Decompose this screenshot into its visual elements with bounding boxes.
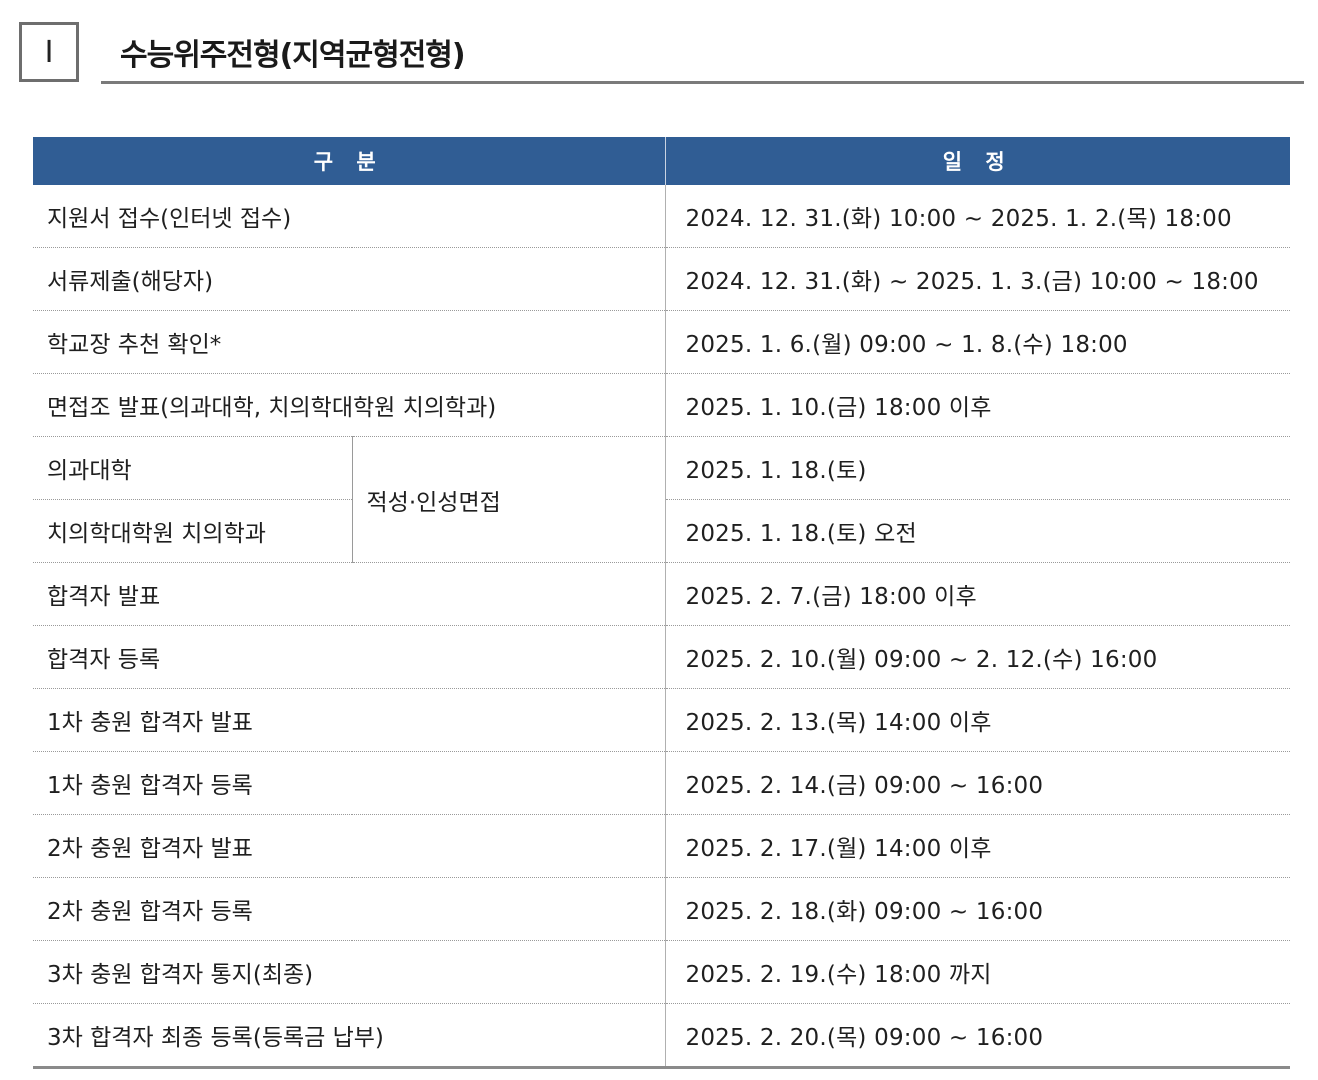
row-date: 2025. 1. 6.(월) 09:00 ~ 1. 8.(수) 18:00 <box>664 310 1291 374</box>
table-row: 3차 합격자 최종 등록(등록금 납부) 2025. 2. 20.(목) 09:… <box>33 1003 1291 1069</box>
row-date: 2025. 1. 18.(토) <box>664 436 1291 500</box>
row-date: 2024. 12. 31.(화) ~ 2025. 1. 3.(금) 10:00 … <box>664 247 1291 311</box>
row-date: 2024. 12. 31.(화) 10:00 ~ 2025. 1. 2.(목) … <box>664 185 1291 248</box>
row-label: 의과대학 <box>33 436 352 500</box>
row-date: 2025. 2. 14.(금) 09:00 ~ 16:00 <box>664 751 1291 815</box>
interview-type-label: 적성·인성면접 <box>351 436 666 563</box>
row-date: 2025. 2. 7.(금) 18:00 이후 <box>664 562 1291 626</box>
table-row: 학교장 추천 확인* 2025. 1. 6.(월) 09:00 ~ 1. 8.(… <box>33 310 1291 374</box>
row-label: 면접조 발표(의과대학, 치의학대학원 치의학과) <box>33 373 666 437</box>
table-row: 면접조 발표(의과대학, 치의학대학원 치의학과) 2025. 1. 10.(금… <box>33 373 1291 437</box>
row-label: 치의학대학원 치의학과 <box>33 499 352 563</box>
row-label: 학교장 추천 확인* <box>33 310 666 374</box>
row-date: 2025. 2. 17.(월) 14:00 이후 <box>664 814 1291 878</box>
row-label: 지원서 접수(인터넷 접수) <box>33 185 666 248</box>
table-row: 합격자 발표 2025. 2. 7.(금) 18:00 이후 <box>33 562 1291 626</box>
section-number: I <box>44 34 54 70</box>
header-schedule: 일 정 <box>664 137 1291 185</box>
row-date: 2025. 2. 13.(목) 14:00 이후 <box>664 688 1291 752</box>
row-label: 2차 충원 합격자 발표 <box>33 814 666 878</box>
table-row: 지원서 접수(인터넷 접수) 2024. 12. 31.(화) 10:00 ~ … <box>33 185 1291 248</box>
table-header-row: 구 분 일 정 <box>33 137 1291 185</box>
table-row: 1차 충원 합격자 발표 2025. 2. 13.(목) 14:00 이후 <box>33 688 1291 752</box>
row-date: 2025. 2. 18.(화) 09:00 ~ 16:00 <box>664 877 1291 941</box>
row-label: 2차 충원 합격자 등록 <box>33 877 666 941</box>
section-number-box: I <box>19 22 79 82</box>
table-row: 2차 충원 합격자 등록 2025. 2. 18.(화) 09:00 ~ 16:… <box>33 877 1291 941</box>
row-date: 2025. 1. 18.(토) 오전 <box>664 499 1291 563</box>
row-date: 2025. 1. 10.(금) 18:00 이후 <box>664 373 1291 437</box>
table-row: 3차 충원 합격자 통지(최종) 2025. 2. 19.(수) 18:00 까… <box>33 940 1291 1004</box>
table-row: 의과대학 적성·인성면접 2025. 1. 18.(토) <box>33 436 1291 563</box>
row-date: 2025. 2. 20.(목) 09:00 ~ 16:00 <box>664 1003 1291 1069</box>
row-label: 3차 합격자 최종 등록(등록금 납부) <box>33 1003 666 1069</box>
row-label: 합격자 등록 <box>33 625 666 689</box>
row-date: 2025. 2. 10.(월) 09:00 ~ 2. 12.(수) 16:00 <box>664 625 1291 689</box>
row-label: 1차 충원 합격자 발표 <box>33 688 666 752</box>
row-label: 1차 충원 합격자 등록 <box>33 751 666 815</box>
section-title: 수능위주전형(지역균형전형) <box>120 38 466 73</box>
row-date: 2025. 2. 19.(수) 18:00 까지 <box>664 940 1291 1004</box>
schedule-table: 구 분 일 정 지원서 접수(인터넷 접수) 2024. 12. 31.(화) … <box>33 137 1291 1069</box>
row-label: 합격자 발표 <box>33 562 666 626</box>
title-underline <box>101 81 1304 84</box>
header-category: 구 분 <box>33 137 666 185</box>
table-row: 서류제출(해당자) 2024. 12. 31.(화) ~ 2025. 1. 3.… <box>33 247 1291 311</box>
table-row: 1차 충원 합격자 등록 2025. 2. 14.(금) 09:00 ~ 16:… <box>33 751 1291 815</box>
table-row: 2차 충원 합격자 발표 2025. 2. 17.(월) 14:00 이후 <box>33 814 1291 878</box>
table-row: 합격자 등록 2025. 2. 10.(월) 09:00 ~ 2. 12.(수)… <box>33 625 1291 689</box>
row-label: 3차 충원 합격자 통지(최종) <box>33 940 666 1004</box>
row-label: 서류제출(해당자) <box>33 247 666 311</box>
